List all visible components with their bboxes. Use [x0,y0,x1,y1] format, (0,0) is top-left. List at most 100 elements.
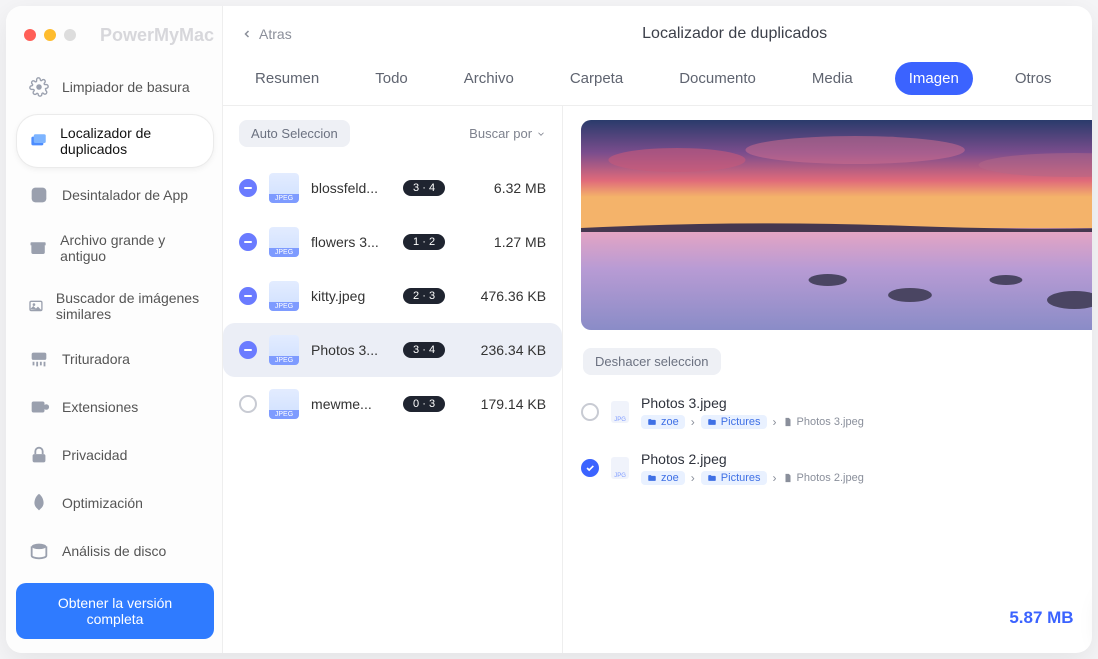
sidebar-item-label: Limpiador de basura [62,79,190,95]
groups-list: blossfeld... 3 · 4 6.32 MB flowers 3... … [223,161,562,653]
group-size: 1.27 MB [494,234,546,250]
page-title: Localizador de duplicados [292,25,1092,43]
tab-archivo[interactable]: Archivo [450,62,528,95]
rocket-icon [28,492,50,514]
preview-column: Deshacer seleccion Buscar por Photos 3.j… [563,106,1092,653]
groups-toolbar: Auto Seleccion Buscar por [223,106,562,161]
total-size: 5.87 MB [1009,608,1073,628]
sidebar-item-label: Optimización [62,495,143,511]
path-user-folder: zoe [641,471,685,485]
path-folder: Pictures [701,471,767,485]
sidebar-item-label: Privacidad [62,447,127,463]
sidebar-item-large-old-files[interactable]: Archivo grande y antiguo [16,222,214,274]
tab-resumen[interactable]: Resumen [241,62,333,95]
app-brand: PowerMyMac [100,25,214,46]
jpeg-thumbnail-icon [269,173,299,203]
sidebar-item-extensions[interactable]: Extensiones [16,386,214,428]
selection-indicator-partial[interactable] [239,341,257,359]
group-row[interactable]: kitty.jpeg 2 · 3 476.36 KB [223,269,562,323]
lock-icon [28,444,50,466]
back-label: Atras [259,26,292,42]
group-row[interactable]: Photos 3... 3 · 4 236.34 KB [223,323,562,377]
sidebar-nav: Limpiador de basura Localizador de dupli… [16,66,214,572]
topbar: Atras Localizador de duplicados ? [223,6,1092,62]
group-row[interactable]: blossfeld... 3 · 4 6.32 MB [223,161,562,215]
group-size: 6.32 MB [494,180,546,196]
sidebar-item-shredder[interactable]: Trituradora [16,338,214,380]
checkbox[interactable] [581,403,599,421]
duplicates-list: Photos 3.jpeg zoe › Pictures › Photos 3.… [581,387,1092,583]
sidebar-item-similar-images[interactable]: Buscador de imágenes similares [16,280,214,332]
group-filename: mewme... [311,396,391,412]
close-window-icon[interactable] [24,29,36,41]
sort-by-dropdown[interactable]: Buscar por [469,126,546,141]
jpeg-file-icon [611,401,629,423]
file-name: Photos 2.jpeg [641,451,1090,467]
file-name: Photos 3.jpeg [641,395,1090,411]
group-row[interactable]: flowers 3... 1 · 2 1.27 MB [223,215,562,269]
image-icon [28,295,44,317]
folder-duplicate-icon [29,130,48,152]
jpeg-thumbnail-icon [269,227,299,257]
jpeg-thumbnail-icon [269,335,299,365]
tab-imagen[interactable]: Imagen [895,62,973,95]
duplicate-row[interactable]: Photos 2.jpeg zoe › Pictures › Photos 2.… [581,443,1092,499]
path-file: Photos 3.jpeg [783,416,864,428]
chevron-left-icon [241,28,253,40]
jpeg-file-icon [611,457,629,479]
tab-otros[interactable]: Otros [1001,62,1066,95]
sidebar-item-duplicate-finder[interactable]: Localizador de duplicados [16,114,214,168]
tab-media[interactable]: Media [798,62,867,95]
tab-carpeta[interactable]: Carpeta [556,62,637,95]
upgrade-button[interactable]: Obtener la versión completa [16,583,214,639]
selection-indicator-none[interactable] [239,395,257,413]
sidebar-item-label: Localizador de duplicados [60,125,201,157]
sidebar-item-disk-analysis[interactable]: Análisis de disco [16,530,214,572]
sidebar-item-privacy[interactable]: Privacidad [16,434,214,476]
jpeg-thumbnail-icon [269,281,299,311]
sidebar-item-label: Trituradora [62,351,130,367]
sidebar-item-label: Archivo grande y antiguo [60,232,202,264]
undo-selection-button[interactable]: Deshacer seleccion [583,348,720,375]
sidebar-item-label: Buscador de imágenes similares [56,290,202,322]
group-filename: blossfeld... [311,180,391,196]
group-filename: Photos 3... [311,342,391,358]
tab-documento[interactable]: Documento [665,62,770,95]
box-icon [28,237,48,259]
duplicate-groups-column: Auto Seleccion Buscar por blossfeld... 3… [223,106,563,653]
sidebar-item-label: Desintalador de App [62,187,188,203]
duplicate-row[interactable]: Photos 3.jpeg zoe › Pictures › Photos 3.… [581,387,1092,443]
file-path: zoe › Pictures › Photos 3.jpeg [641,415,1090,429]
back-button[interactable]: Atras [241,26,292,42]
selection-indicator-partial[interactable] [239,179,257,197]
duplicates-toolbar: Deshacer seleccion Buscar por [581,330,1092,387]
filter-tabs: Resumen Todo Archivo Carpeta Documento M… [223,62,1092,106]
file-path: zoe › Pictures › Photos 2.jpeg [641,471,1090,485]
window-controls: PowerMyMac [16,20,214,50]
group-filename: flowers 3... [311,234,391,250]
main-panel: Atras Localizador de duplicados ? Resume… [223,6,1092,653]
count-badge: 3 · 4 [403,180,445,196]
sidebar: PowerMyMac Limpiador de basura Localizad… [6,6,223,653]
sidebar-item-app-uninstaller[interactable]: Desintalador de App [16,174,214,216]
selection-indicator-partial[interactable] [239,287,257,305]
sidebar-item-optimization[interactable]: Optimización [16,482,214,524]
checkbox[interactable] [581,459,599,477]
footer: 5.87 MB LIMPIAR [581,583,1092,653]
group-size: 179.14 KB [481,396,546,412]
gear-icon [28,76,50,98]
auto-select-button[interactable]: Auto Seleccion [239,120,350,147]
file-info: Photos 3.jpeg zoe › Pictures › Photos 3.… [641,395,1090,429]
count-badge: 2 · 3 [403,288,445,304]
shredder-icon [28,348,50,370]
tab-todo[interactable]: Todo [361,62,422,95]
content-area: Auto Seleccion Buscar por blossfeld... 3… [223,106,1092,653]
group-filename: kitty.jpeg [311,288,391,304]
path-folder: Pictures [701,415,767,429]
maximize-window-icon [64,29,76,41]
selection-indicator-partial[interactable] [239,233,257,251]
count-badge: 3 · 4 [403,342,445,358]
group-row[interactable]: mewme... 0 · 3 179.14 KB [223,377,562,431]
sidebar-item-junk-cleaner[interactable]: Limpiador de basura [16,66,214,108]
minimize-window-icon[interactable] [44,29,56,41]
